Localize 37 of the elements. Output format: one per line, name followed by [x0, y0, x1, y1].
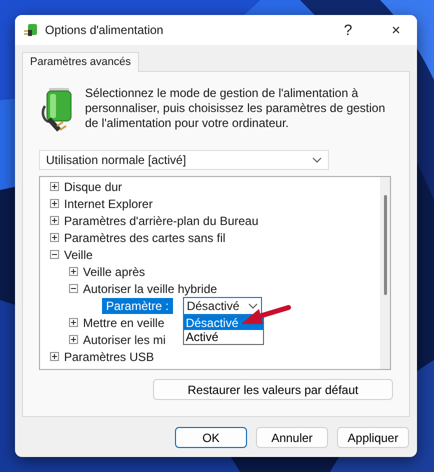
- close-button[interactable]: ×: [375, 15, 417, 45]
- expand-button[interactable]: [69, 318, 78, 327]
- window-title: Options d'alimentation: [45, 23, 164, 37]
- dropdown-option[interactable]: Activé: [184, 330, 263, 344]
- expand-button[interactable]: [50, 182, 59, 191]
- chevron-down-icon: [312, 157, 322, 163]
- scrollbar[interactable]: [380, 177, 390, 369]
- dialog-button[interactable]: Annuler: [256, 427, 328, 448]
- expand-button[interactable]: [50, 199, 59, 208]
- chevron-down-icon: [248, 302, 258, 308]
- tab[interactable]: Paramètres avancés: [22, 52, 139, 72]
- plan-dropdown[interactable]: Utilisation normale [activé]: [39, 150, 329, 170]
- expand-button[interactable]: [50, 352, 59, 361]
- battery-plug-icon: [23, 22, 39, 38]
- tree-item[interactable]: Autoriser la veille hybride: [83, 282, 218, 296]
- tree-item[interactable]: Paramètres d'arrière-plan du Bureau: [64, 214, 258, 228]
- tree-item[interactable]: Paramètres USB: [64, 350, 154, 364]
- expand-button[interactable]: [69, 335, 78, 344]
- tree-item[interactable]: Mettre en veille: [83, 316, 164, 330]
- dialog-button[interactable]: Appliquer: [337, 427, 409, 448]
- collapse-button[interactable]: [50, 250, 59, 259]
- tree-item[interactable]: Paramètres des cartes sans fil: [64, 230, 226, 244]
- help-button[interactable]: ?: [327, 15, 369, 45]
- collapse-button[interactable]: [69, 284, 78, 293]
- setting-label: Paramètre :: [102, 298, 173, 314]
- tree-item[interactable]: Veille après: [83, 264, 146, 278]
- tree-item[interactable]: Autoriser les mi: [83, 332, 166, 346]
- tree-item[interactable]: Veille: [64, 248, 93, 262]
- dialog-button[interactable]: OK: [175, 427, 247, 448]
- arrow-icon: [241, 305, 291, 326]
- tree-item[interactable]: Internet Explorer: [64, 196, 153, 210]
- expand-button[interactable]: [50, 233, 59, 242]
- expand-button[interactable]: [69, 267, 78, 276]
- restore-defaults-button[interactable]: Restaurer les valeurs par défaut: [153, 379, 393, 400]
- intro-text: Sélectionnez le mode de gestion de l'alimentation à personnaliser, puis choisissez les paramètres de gestion de l'alimentation pour votre ordinateur.: [85, 86, 386, 132]
- tree-item[interactable]: Disque dur: [64, 180, 122, 194]
- expand-button[interactable]: [50, 216, 59, 225]
